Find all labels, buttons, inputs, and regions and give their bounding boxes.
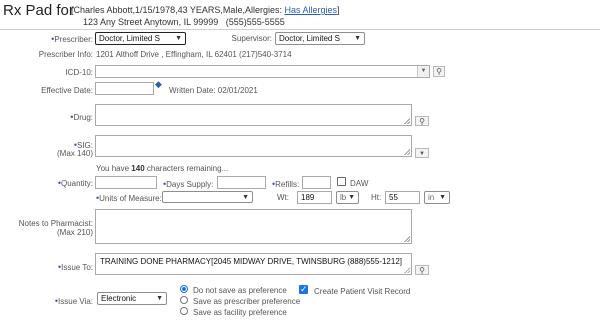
patient-info-line1: [Charles Abbott,1/15/1978,43 YEARS,Male,… — [71, 5, 340, 15]
daw-label: DAW — [350, 179, 369, 188]
drug-input[interactable] — [95, 104, 412, 126]
supervisor-label: Supervisor: — [231, 34, 272, 43]
notes-max-label: (Max 210) — [56, 228, 93, 237]
quantity-input[interactable] — [95, 176, 157, 189]
sig-remaining: You have 140 characters remaining... — [96, 164, 229, 173]
chevron-down-icon: ▼ — [439, 194, 446, 201]
written-date: Written Date: 02/01/2021 — [169, 86, 258, 95]
sig-dropdown-button[interactable]: ▼ — [415, 148, 429, 158]
preference-label-prescriber: Save as prescriber preference — [193, 297, 301, 306]
issue-via-select[interactable]: Electronic ▼ — [97, 292, 167, 305]
weight-label: Wt: — [277, 193, 289, 202]
issue-to-label: •Issue To: — [57, 262, 93, 272]
icd10-label: ICD-10: — [65, 68, 93, 77]
chevron-down-icon: ▼ — [156, 295, 163, 302]
preference-radio-facility[interactable] — [180, 307, 188, 315]
effective-date-input[interactable] — [95, 82, 154, 95]
icd10-input[interactable]: ▼ — [95, 65, 430, 78]
height-unit-select[interactable]: in ▼ — [424, 191, 450, 204]
patient-address: 123 Any Street Anytown, IL 99999 (555)55… — [83, 17, 285, 27]
height-label: Ht: — [371, 193, 382, 202]
radio-selected-dot — [182, 287, 186, 291]
resize-handle[interactable] — [404, 236, 410, 242]
supervisor-select[interactable]: Doctor, Limited S ▼ — [275, 32, 365, 45]
chevron-down-icon: ▼ — [354, 35, 361, 42]
resize-handle[interactable] — [404, 118, 410, 124]
drug-label: •Drug: — [70, 112, 93, 122]
patient-info-bracket: ] — [337, 5, 340, 15]
checkmark-icon: ✓ — [300, 284, 308, 294]
prescriber-select[interactable]: Doctor, Limited S ▼ — [95, 32, 186, 45]
page-title: Rx Pad for — [3, 2, 74, 19]
daw-checkbox[interactable] — [337, 177, 346, 186]
prescriber-info-value: 1201 Althoff Drive , Effingham, IL 62401… — [96, 50, 292, 59]
issue-to-input[interactable]: TRAINING DONE PHARMACY[2045 MIDWAY DRIVE… — [95, 253, 412, 275]
effective-date-label: Effective Date: — [41, 86, 93, 95]
chevron-down-icon: ▼ — [348, 194, 355, 201]
days-supply-label: •Days Supply: — [163, 179, 214, 189]
sig-input[interactable] — [95, 135, 412, 157]
chevron-down-icon: ▼ — [419, 151, 425, 157]
prescriber-label: •Prescriber: — [51, 34, 93, 44]
patient-demographics: [Charles Abbott,1/15/1978,43 YEARS,Male,… — [71, 5, 282, 15]
refills-label: •Refills: — [272, 179, 300, 189]
sig-remaining-count: 140 — [131, 164, 145, 173]
units-label: •Units of Measure: — [96, 193, 162, 203]
search-icon: ⚲ — [419, 266, 425, 275]
weight-input[interactable]: 189 — [297, 191, 332, 204]
search-icon: ⚲ — [419, 117, 425, 126]
refills-input[interactable] — [302, 176, 331, 189]
chevron-down-icon[interactable]: ▼ — [417, 66, 429, 77]
weight-unit-select[interactable]: lb ▼ — [336, 191, 359, 204]
calendar-icon[interactable]: ◆ — [155, 80, 163, 89]
issue-via-label: •Issue Via: — [54, 296, 93, 306]
search-icon: ⚲ — [436, 67, 442, 76]
drug-search-button[interactable]: ⚲ — [415, 116, 429, 126]
resize-handle[interactable] — [404, 149, 410, 155]
quantity-label: •Quantity: — [57, 178, 93, 188]
preference-radio-none[interactable] — [180, 285, 188, 293]
pharmacy-search-button[interactable]: ⚲ — [415, 265, 429, 275]
header-divider — [0, 29, 600, 30]
preference-label-none: Do not save as preference — [193, 286, 287, 295]
allergies-link[interactable]: Has Allergies — [284, 5, 337, 15]
preference-label-facility: Save as facility preference — [193, 308, 287, 317]
resize-handle[interactable] — [404, 267, 410, 273]
chevron-down-icon: ▼ — [175, 35, 182, 42]
preference-radio-prescriber[interactable] — [180, 296, 188, 304]
chevron-down-icon: ▼ — [242, 194, 249, 201]
sig-max-label: (Max 140) — [56, 149, 93, 158]
search-button[interactable]: ⚲ — [433, 66, 445, 77]
notes-input[interactable] — [95, 209, 412, 244]
prescriber-info-label: Prescriber Info: — [38, 50, 93, 59]
patient-visit-checkbox[interactable]: ✓ — [299, 284, 308, 294]
height-input[interactable]: 55 — [385, 191, 420, 204]
units-select[interactable]: ▼ — [162, 191, 253, 203]
days-supply-input[interactable] — [217, 176, 266, 189]
patient-visit-label: Create Patient Visit Record — [314, 287, 411, 296]
